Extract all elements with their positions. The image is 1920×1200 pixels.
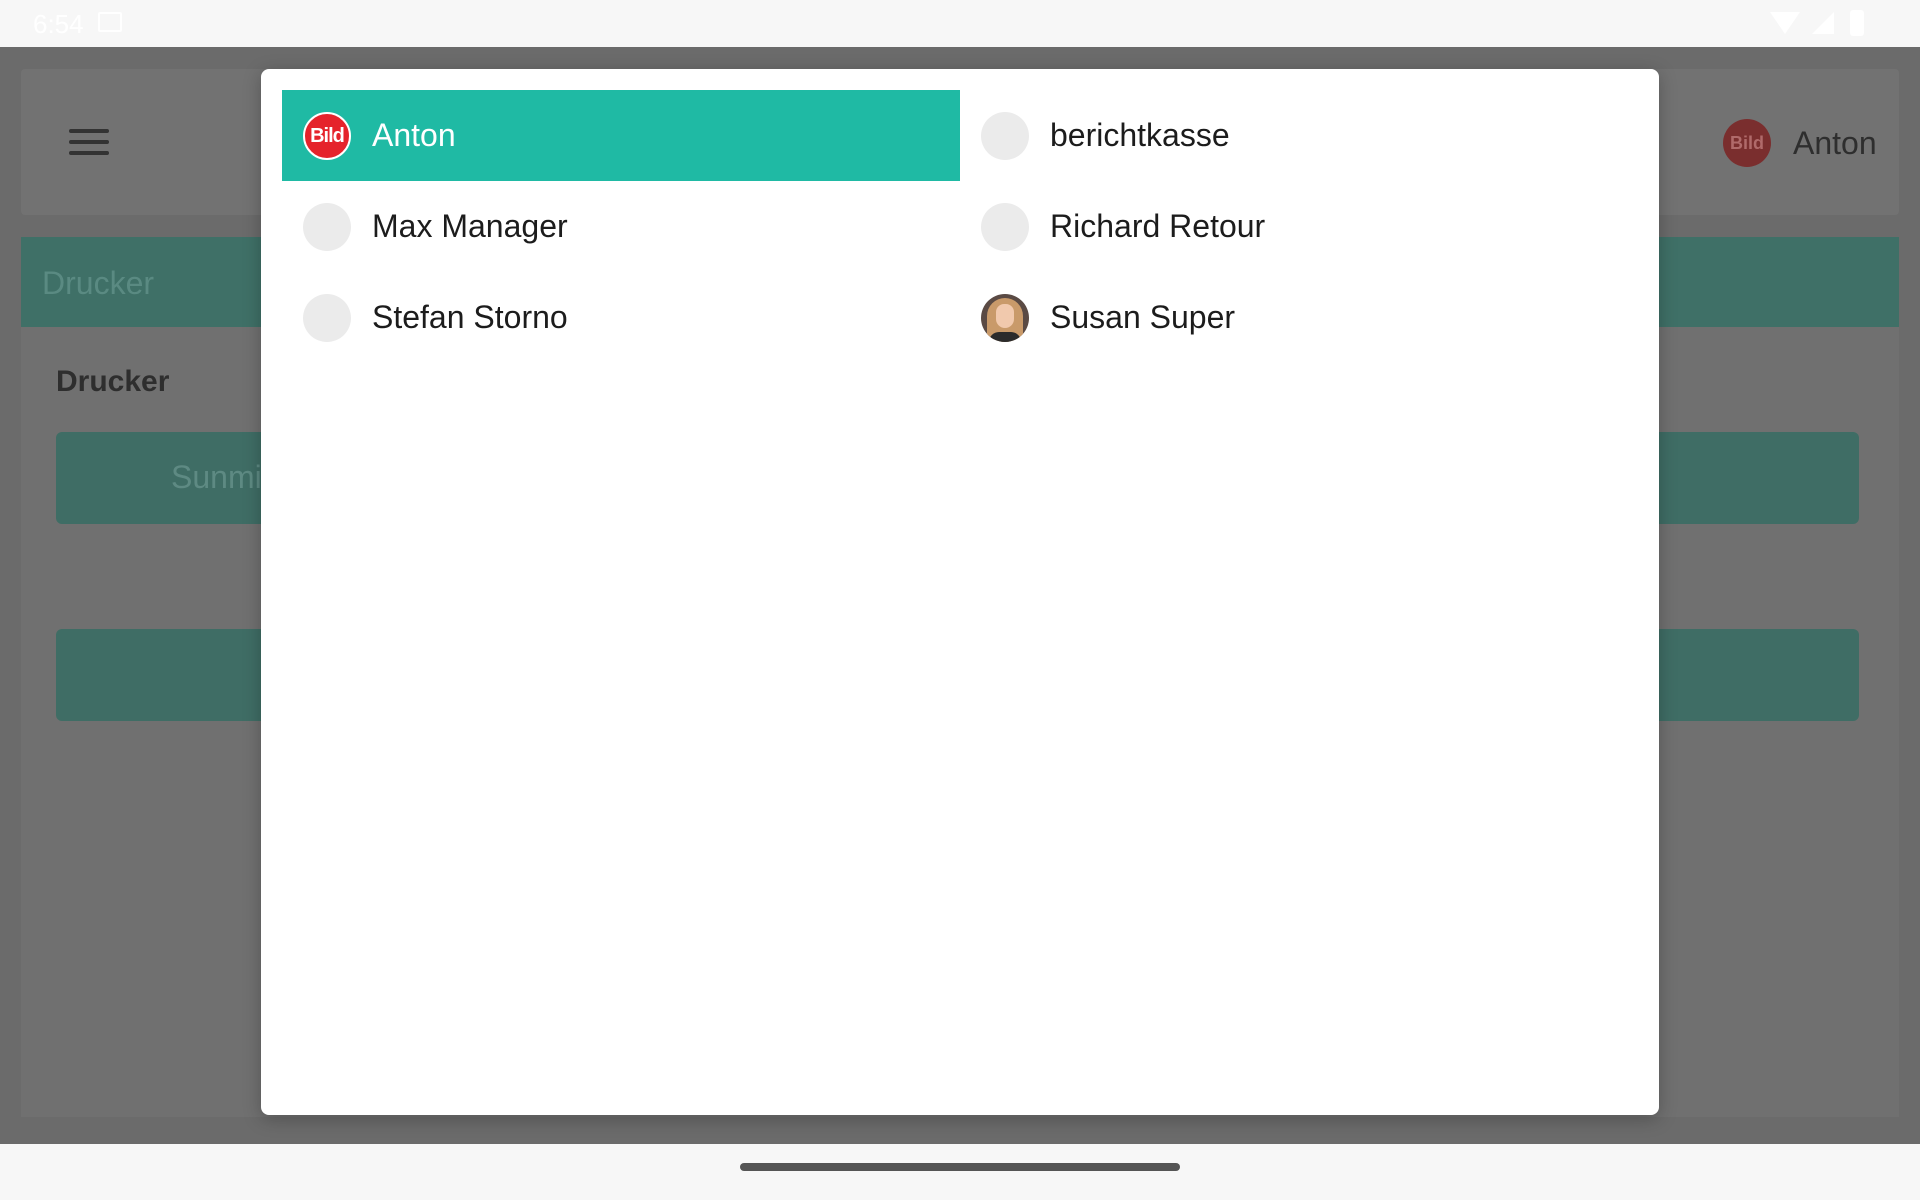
user-name: Max Manager [372, 208, 568, 244]
avatar-placeholder-icon [303, 293, 351, 342]
user-item-susan-super[interactable]: Susan Super [960, 272, 1638, 363]
avatar-placeholder-icon [981, 111, 1029, 160]
battery-icon [1850, 10, 1864, 36]
user-list: Bild Anton berichtkasse Max Manager Rich… [282, 90, 1638, 363]
signal-icon [1812, 12, 1834, 34]
user-photo-avatar [981, 293, 1029, 342]
section-title: Drucker [42, 265, 155, 301]
user-name: Susan Super [1050, 299, 1236, 335]
user-item-berichtkasse[interactable]: berichtkasse [960, 90, 1638, 181]
printer-label: Drucker [56, 365, 170, 398]
user-item-richard-retour[interactable]: Richard Retour [960, 181, 1638, 272]
status-time: 6:54 [33, 9, 84, 39]
menu-icon[interactable] [69, 129, 109, 155]
wifi-icon [1770, 12, 1800, 34]
avatar-placeholder-icon [981, 202, 1029, 251]
current-user-name[interactable]: Anton [1793, 125, 1877, 162]
bild-logo-icon: Bild [303, 111, 351, 160]
user-item-stefan-storno[interactable]: Stefan Storno [282, 272, 960, 363]
home-gesture-handle[interactable] [740, 1163, 1180, 1171]
navigation-bar [0, 1144, 1920, 1200]
user-name: Stefan Storno [372, 299, 568, 335]
status-bar: 6:54 [0, 0, 1920, 47]
user-item-max-manager[interactable]: Max Manager [282, 181, 960, 272]
printer-button-label: Sunmi [171, 459, 262, 495]
user-name: berichtkasse [1050, 117, 1230, 153]
status-bar-divider [0, 47, 1920, 56]
user-item-anton[interactable]: Bild Anton [282, 90, 960, 181]
user-select-dialog: Bild Anton berichtkasse Max Manager Rich… [261, 69, 1659, 1115]
user-name: Richard Retour [1050, 208, 1266, 244]
user-name: Anton [372, 117, 456, 153]
screen-icon [98, 12, 122, 32]
avatar-placeholder-icon [303, 202, 351, 251]
current-user-avatar[interactable]: Bild [1723, 119, 1771, 167]
